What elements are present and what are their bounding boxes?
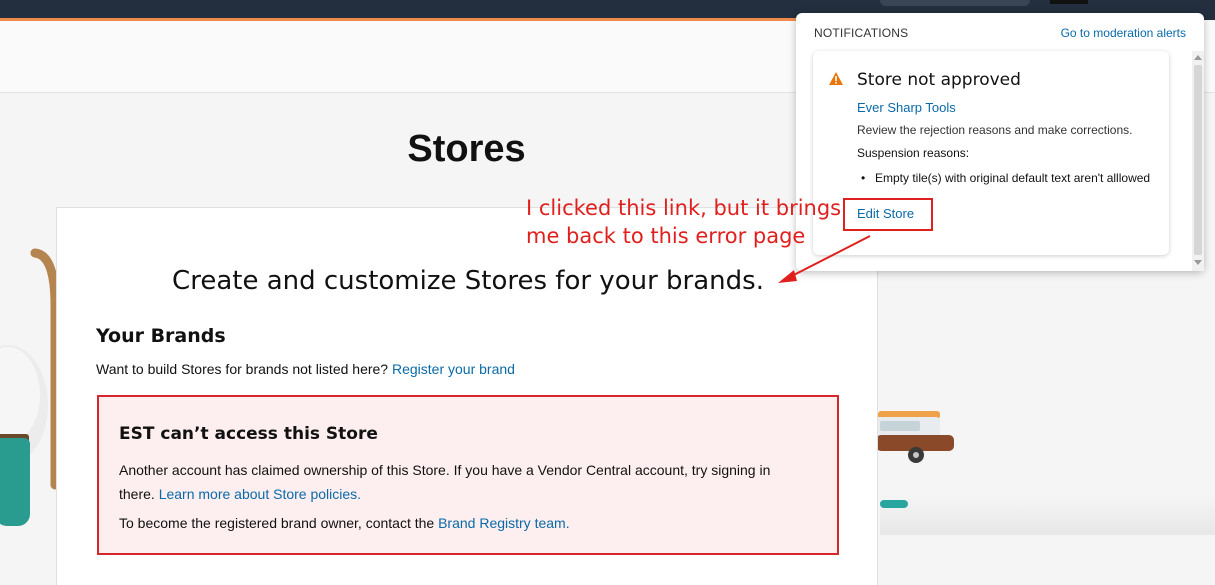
your-brands-title: Your Brands	[96, 325, 226, 347]
top-search-field[interactable]	[880, 0, 1030, 6]
page-title: Stores	[407, 128, 526, 170]
notification-description: Review the rejection reasons and make co…	[857, 123, 1133, 137]
scrollbar-thumb[interactable]	[1194, 65, 1202, 255]
error-title: EST can’t access this Store	[119, 424, 378, 444]
jar-illustration	[0, 438, 30, 526]
notifications-header: NOTIFICATIONS	[814, 26, 909, 40]
warning-triangle-icon	[829, 72, 843, 85]
annotation-note-line1: I clicked this link, but it brings	[526, 196, 842, 220]
error-contact-text: To become the registered brand owner, co…	[119, 515, 435, 531]
toy-car-illustration	[876, 411, 954, 463]
suspension-reason: Empty tile(s) with original default text…	[861, 170, 1151, 186]
suspension-reasons-label: Suspension reasons:	[857, 146, 970, 160]
notification-brand-link[interactable]: Ever Sharp Tools	[857, 100, 956, 115]
top-nav-button[interactable]	[1050, 0, 1088, 4]
error-contact: To become the registered brand owner, co…	[119, 515, 570, 531]
stores-card: Create and customize Stores for your bra…	[56, 207, 878, 585]
error-alert: EST can’t access this Store Another acco…	[97, 395, 839, 555]
notifications-scrollbar[interactable]	[1192, 51, 1204, 271]
error-message: Another account has claimed ownership of…	[119, 458, 809, 506]
toy-piece-illustration	[880, 500, 908, 508]
scroll-down-arrow-icon[interactable]	[1194, 260, 1202, 265]
brand-registry-link[interactable]: Brand Registry team.	[438, 515, 570, 531]
brands-prompt-text: Want to build Stores for brands not list…	[96, 361, 389, 377]
scroll-up-arrow-icon[interactable]	[1194, 55, 1202, 60]
brands-prompt: Want to build Stores for brands not list…	[96, 361, 515, 377]
moderation-alerts-link[interactable]: Go to moderation alerts	[1061, 26, 1186, 40]
floor-shadow	[880, 495, 1215, 535]
notification-title: Store not approved	[857, 70, 1021, 90]
annotation-highlight-box	[843, 198, 933, 231]
store-policies-link[interactable]: Learn more about Store policies.	[159, 486, 361, 502]
card-heading: Create and customize Stores for your bra…	[172, 266, 764, 296]
annotation-arrow-icon	[778, 235, 871, 283]
register-brand-link[interactable]: Register your brand	[392, 361, 515, 377]
